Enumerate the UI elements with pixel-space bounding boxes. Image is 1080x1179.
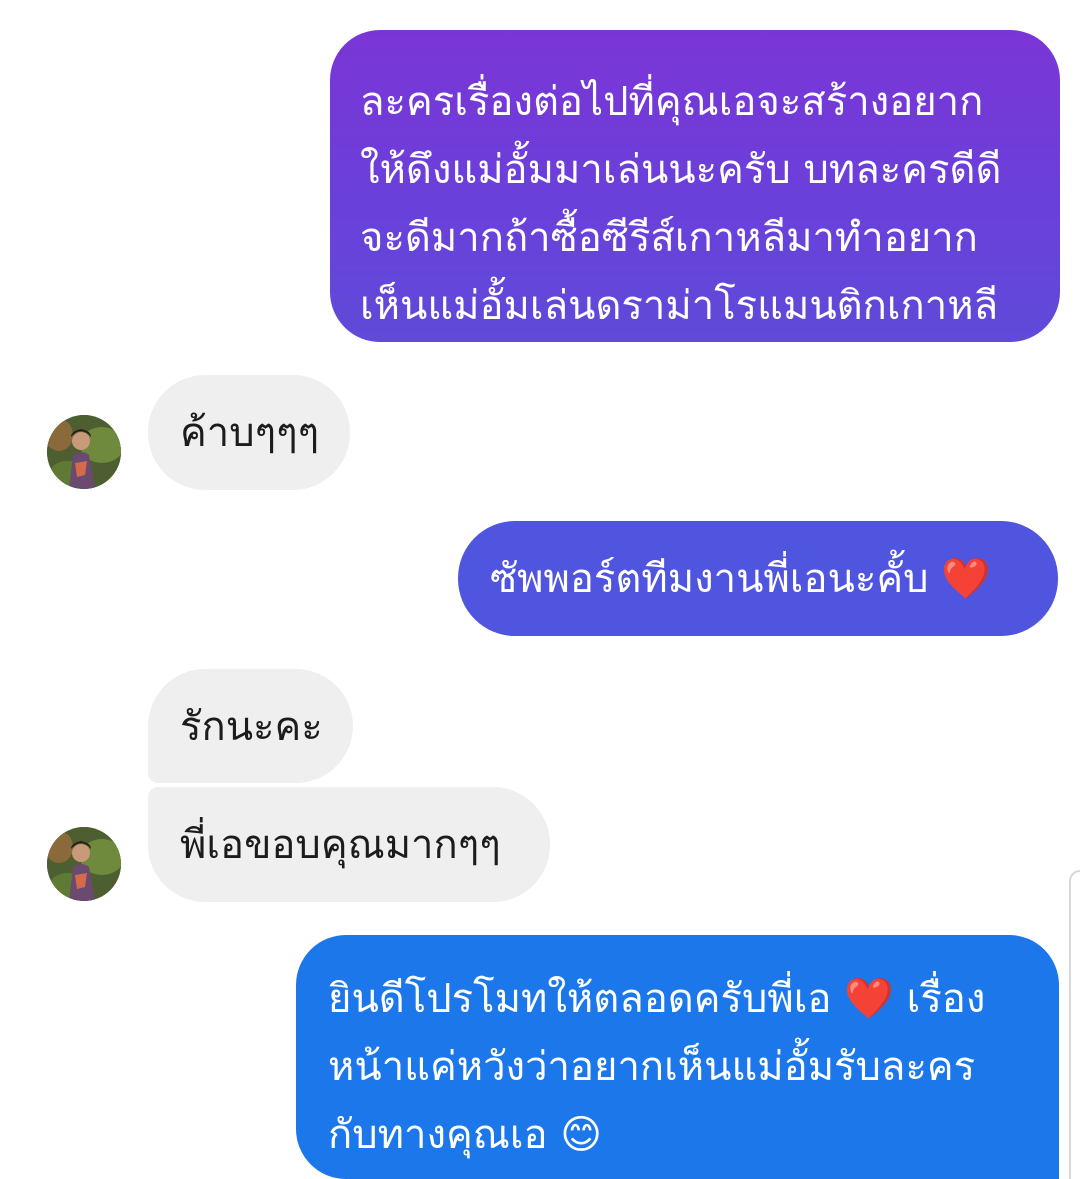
incoming-message-bubble[interactable]: รักนะคะ — [148, 669, 353, 783]
scrollbar-edge — [1069, 870, 1080, 1179]
outgoing-message-bubble[interactable]: ซัพพอร์ตทีมงานพี่เอนะคั้บ ❤️ — [458, 521, 1058, 636]
contact-avatar[interactable] — [47, 415, 121, 489]
incoming-message-bubble[interactable]: ค้าบๆๆๆ — [148, 375, 350, 490]
contact-avatar[interactable] — [47, 827, 121, 901]
outgoing-message-bubble[interactable]: ยินดีโปรโมทให้ตลอดครับพี่เอ ❤️ เรื่อง หน… — [296, 935, 1059, 1179]
incoming-message-bubble[interactable]: พี่เอขอบคุณมากๆๆ — [148, 787, 550, 902]
outgoing-message-bubble[interactable]: ละครเรื่องต่อไปที่คุณเอจะสร้างอยาก ให้ดึ… — [330, 30, 1060, 342]
